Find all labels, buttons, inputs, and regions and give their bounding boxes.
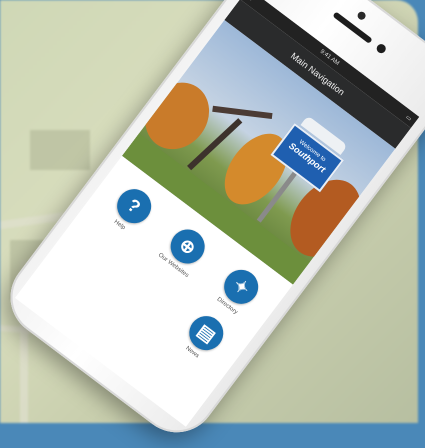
proximity-sensor: [355, 10, 368, 22]
sculpture: [212, 105, 273, 120]
front-camera: [374, 42, 388, 55]
wifi-icon: ≋: [246, 0, 254, 2]
map-block: [30, 130, 90, 170]
earpiece-speaker: [332, 11, 373, 44]
battery-icon: ▭: [404, 113, 413, 123]
tile-label: Help: [112, 219, 127, 232]
